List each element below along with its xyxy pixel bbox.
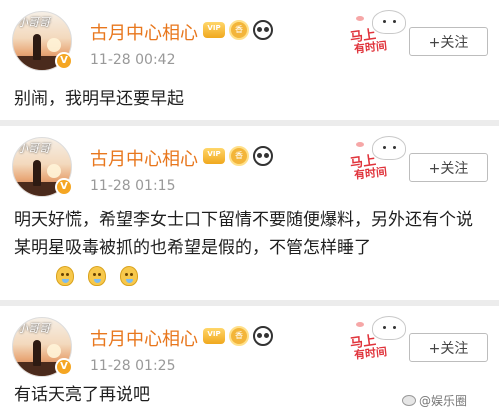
cat-sticker-icon: 马上 有时间 — [349, 8, 410, 56]
post-content: 别闹，我明早还要早起 — [14, 89, 184, 109]
medal-badge-icon[interactable]: 香 — [229, 20, 249, 40]
cat-face-icon — [372, 316, 406, 340]
sticker-text: 有时间 — [353, 345, 388, 362]
follow-button-label: +关注 — [428, 34, 469, 51]
avatar-sun — [47, 164, 61, 178]
cat-sticker-icon: 马上 有时间 — [349, 134, 410, 182]
sweat-drop — [126, 279, 133, 283]
cat-face-icon — [372, 136, 406, 160]
cat-face-icon — [372, 10, 406, 34]
username[interactable]: 古月中心相心 — [90, 145, 198, 171]
avatar-sun — [47, 344, 61, 358]
follow-button[interactable]: +关注 — [409, 333, 488, 362]
weibo-watermark: @娱乐圈 — [402, 392, 467, 409]
verified-badge-icon: V — [55, 52, 73, 70]
sweat-emoji-icon — [88, 266, 106, 286]
panda-badge-icon[interactable] — [253, 20, 273, 40]
post-content: 明天好慌，希望李女士口下留情不要随便爆料，另外还有个说某明星吸毒被抓的也希望是假… — [14, 210, 473, 258]
sweat-drop — [62, 279, 69, 283]
avatar-tag-text: 小哥哥 — [17, 142, 50, 155]
sweat-emoji-icon — [56, 266, 74, 286]
follow-button[interactable]: +关注 — [409, 153, 488, 182]
emoji-row — [56, 266, 152, 286]
avatar-tag-text: 小哥哥 — [17, 322, 50, 335]
medal-badge-icon[interactable]: 香 — [229, 146, 249, 166]
user-badges: VIP 香 — [203, 325, 277, 347]
user-badges: VIP 香 — [203, 145, 277, 167]
follow-button[interactable]: +关注 — [409, 27, 488, 56]
post-time[interactable]: 11-28 01:25 — [90, 358, 175, 374]
verified-badge-icon: V — [55, 178, 73, 196]
medal-badge-text: 香 — [235, 331, 243, 340]
avatar-tag-text: 小哥哥 — [17, 16, 50, 29]
avatar-figure — [33, 160, 41, 186]
avatar-figure — [33, 34, 41, 60]
vip-badge-text: VIP — [207, 24, 221, 32]
username[interactable]: 古月中心相心 — [90, 19, 198, 45]
verified-badge-icon: V — [55, 358, 73, 376]
sticker-text: 有时间 — [353, 165, 388, 182]
user-badges: VIP 香 — [203, 19, 277, 41]
vip-badge-icon[interactable]: VIP — [203, 148, 225, 164]
cat-sticker-icon: 马上 有时间 — [349, 314, 410, 362]
vip-badge-text: VIP — [207, 150, 221, 158]
panda-badge-icon[interactable] — [253, 146, 273, 166]
cat-cheek — [356, 322, 364, 327]
sweat-drop — [94, 279, 101, 283]
post-time[interactable]: 11-28 01:15 — [90, 178, 175, 194]
vip-badge-icon[interactable]: VIP — [203, 328, 225, 344]
weibo-logo-icon — [402, 395, 416, 406]
post-card: 小哥哥 V 古月中心相心 VIP 香 11-28 01:15 马上 有时间 +关… — [0, 126, 499, 300]
medal-badge-text: 香 — [235, 25, 243, 34]
follow-button-label: +关注 — [428, 340, 469, 357]
watermark-text: @娱乐圈 — [419, 394, 468, 408]
vip-badge-text: VIP — [207, 330, 221, 338]
post-card: 小哥哥 V 古月中心相心 VIP 香 11-28 00:42 马上 有时间 +关… — [0, 0, 499, 120]
panda-badge-icon[interactable] — [253, 326, 273, 346]
post-time[interactable]: 11-28 00:42 — [90, 52, 175, 68]
cat-cheek — [356, 142, 364, 147]
sweat-emoji-icon — [120, 266, 138, 286]
avatar-sun — [47, 38, 61, 52]
sticker-text: 有时间 — [353, 39, 388, 56]
avatar-figure — [33, 340, 41, 366]
medal-badge-icon[interactable]: 香 — [229, 326, 249, 346]
follow-button-label: +关注 — [428, 160, 469, 177]
weibo-feed: 小哥哥 V 古月中心相心 VIP 香 11-28 00:42 马上 有时间 +关… — [0, 0, 499, 415]
medal-badge-text: 香 — [235, 151, 243, 160]
username[interactable]: 古月中心相心 — [90, 325, 198, 351]
cat-cheek — [356, 16, 364, 21]
vip-badge-icon[interactable]: VIP — [203, 22, 225, 38]
